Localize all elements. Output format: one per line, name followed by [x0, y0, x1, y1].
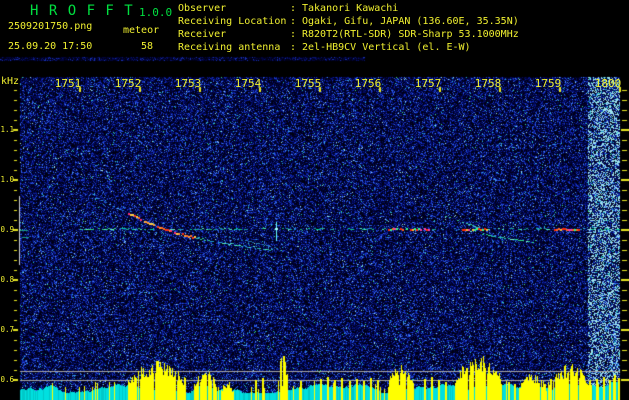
info-separator: : [290, 16, 297, 27]
x-axis-label: 1754 [234, 77, 262, 90]
x-axis-label: 1756 [354, 77, 382, 90]
x-axis-label: 1753 [174, 77, 202, 90]
info-label: Receiver [178, 29, 227, 40]
info-row: Receiving antenna:2el-HB9CV Vertical (el… [178, 41, 519, 54]
info-label: Receiving antenna [178, 42, 281, 53]
info-value: Takanori Kawachi [302, 3, 399, 14]
info-row: Receiver: R820T2(RTL-SDR) SDR-Sharp 53.10… [178, 28, 519, 41]
info-value: R820T2(RTL-SDR) SDR-Sharp 53.1000MHz [302, 29, 519, 40]
info-row: Receiving Location: Ogaki, Gifu, JAPAN (1… [178, 15, 519, 28]
info-separator: : [290, 42, 297, 53]
x-axis-label: 1800 [594, 77, 622, 90]
spectrogram-canvas [0, 0, 629, 400]
mode-label: meteor [123, 25, 160, 36]
x-axis-label: 1751 [54, 77, 82, 90]
y-axis-label: 1.1 [0, 125, 14, 134]
info-value: 2el-HB9CV Vertical (el. E-W) [302, 42, 471, 53]
info-row: Observer: Takanori Kawachi [178, 2, 519, 15]
x-axis-label: 1758 [474, 77, 502, 90]
y-axis-label: 0.6 [0, 375, 14, 384]
y-axis-label: 1.0 [0, 175, 14, 184]
frequency-unit-label: kHz [1, 76, 20, 87]
app-version: 1.0.0 [139, 6, 173, 19]
hrofft-window: H R O F F T 1.0.0 2509201750.png meteor … [0, 0, 629, 400]
datetime-label: 25.09.20 17:50 [8, 41, 93, 52]
x-axis-label: 1752 [114, 77, 142, 90]
output-filename: 2509201750.png [8, 21, 93, 32]
info-label: Receiving Location [178, 16, 287, 27]
info-separator: : [290, 3, 297, 14]
y-axis-label: 0.9 [0, 225, 14, 234]
x-axis-label: 1757 [414, 77, 442, 90]
meteor-count: 58 [141, 41, 154, 52]
info-separator: : [290, 29, 297, 40]
info-value: Ogaki, Gifu, JAPAN (136.60E, 35.35N) [302, 16, 519, 27]
observer-info-table: Observer: Takanori Kawachi Receiving Locat… [178, 2, 519, 54]
app-title: H R O F F T [30, 3, 134, 19]
y-axis-label: 0.8 [0, 275, 14, 284]
info-label: Observer [178, 3, 227, 14]
x-axis-label: 1759 [534, 77, 562, 90]
y-axis-label: 0.7 [0, 325, 14, 334]
x-axis-label: 1755 [294, 77, 322, 90]
